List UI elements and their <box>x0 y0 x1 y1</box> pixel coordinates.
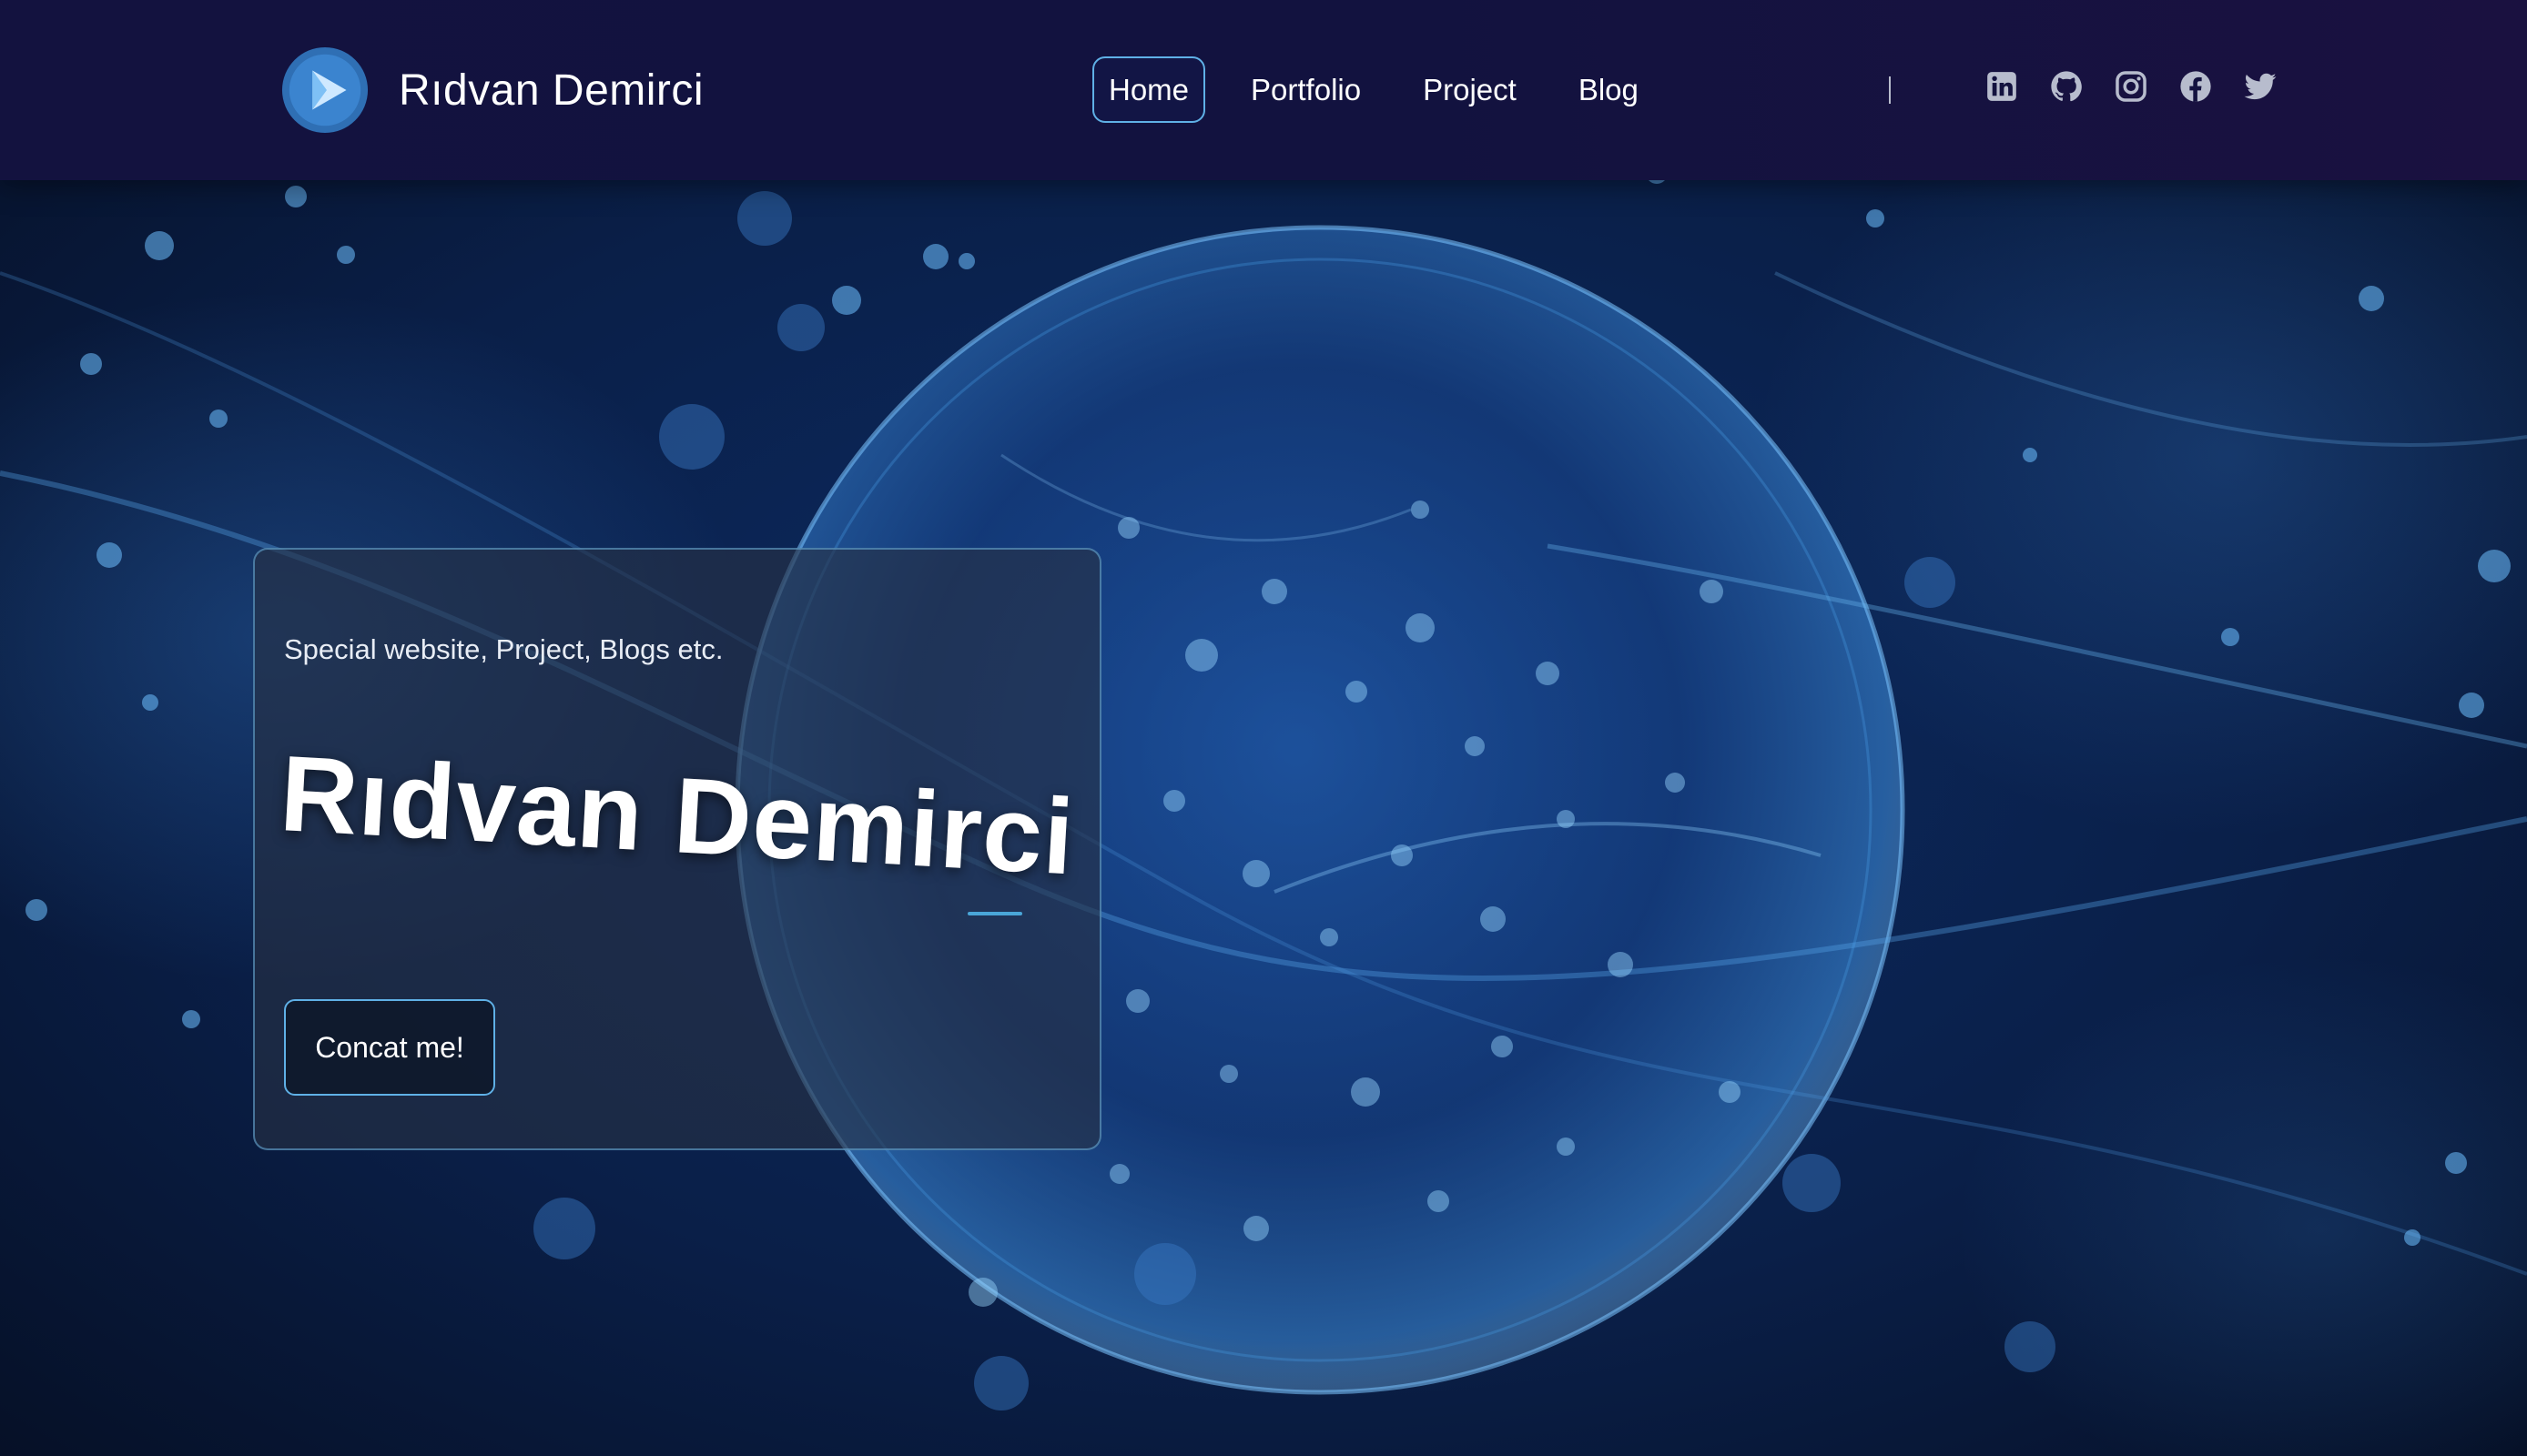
nav-divider <box>1889 76 1891 104</box>
github-icon[interactable] <box>2049 69 2084 104</box>
brand-name: Rıdvan Demirci <box>399 66 705 115</box>
nav-portfolio[interactable]: Portfolio <box>1234 56 1377 123</box>
nav-blog[interactable]: Blog <box>1562 56 1655 123</box>
hero-tagline: Special website, Project, Blogs etc. <box>284 633 724 665</box>
brand[interactable]: Rıdvan Demirci <box>280 46 704 135</box>
contact-button[interactable]: Concat me! <box>284 999 495 1096</box>
nav-home[interactable]: Home <box>1092 56 1206 123</box>
social-links <box>1984 69 2308 104</box>
hero-title: Rıdvan Demirci <box>277 733 1078 898</box>
main-nav: Home Portfolio Project Blog <box>1092 56 1684 123</box>
facebook-icon[interactable] <box>2178 69 2213 104</box>
page: Rıdvan Demirci Home Portfolio Project Bl… <box>0 0 2527 1456</box>
linkedin-icon[interactable] <box>1984 69 2019 104</box>
play-logo-icon <box>281 46 369 134</box>
twitter-icon[interactable] <box>2243 69 2278 104</box>
hero-card: Special website, Project, Blogs etc. Rıd… <box>253 548 1101 1150</box>
title-underline <box>968 912 1022 915</box>
site-header: Rıdvan Demirci Home Portfolio Project Bl… <box>0 0 2527 180</box>
instagram-icon[interactable] <box>2114 69 2148 104</box>
nav-project[interactable]: Project <box>1406 56 1533 123</box>
